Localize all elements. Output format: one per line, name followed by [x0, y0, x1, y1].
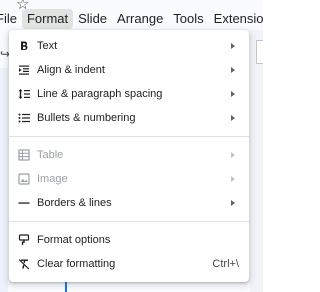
border-line-icon: [18, 197, 30, 209]
toolbar-control[interactable]: [256, 40, 263, 64]
format-options-icon: [18, 234, 30, 246]
align-indent-icon: [18, 64, 30, 76]
clear-formatting-icon: [18, 258, 30, 270]
submenu-arrow-icon: [231, 152, 235, 158]
menubar: File Format Slide Arrange Tools Extensio…: [0, 8, 263, 30]
menu-slide[interactable]: Slide: [73, 9, 112, 29]
slide-canvas-background: [250, 30, 263, 292]
menu-item-image: Image: [9, 167, 249, 191]
menu-item-borders-lines[interactable]: Borders & lines: [9, 191, 249, 215]
menu-file[interactable]: File: [0, 9, 22, 29]
menu-item-label: Clear formatting: [37, 258, 116, 270]
menu-item-label: Text: [37, 40, 58, 52]
menu-item-label: Image: [37, 173, 68, 185]
menu-item-label: Format options: [37, 234, 111, 246]
slide-selection-indicator: [65, 282, 67, 292]
keyboard-shortcut: Ctrl+\: [212, 258, 239, 270]
menu-item-label: Borders & lines: [37, 197, 112, 209]
line-spacing-icon: [18, 88, 30, 100]
bold-icon: [18, 40, 30, 52]
menu-extensions[interactable]: Extensions: [209, 9, 263, 29]
menu-separator: [9, 136, 249, 137]
menu-item-bullets-numbering[interactable]: Bullets & numbering: [9, 106, 249, 130]
menu-item-label: Align & indent: [37, 64, 105, 76]
submenu-arrow-icon: [231, 43, 235, 49]
table-icon: [18, 149, 30, 161]
submenu-arrow-icon: [231, 176, 235, 182]
submenu-arrow-icon: [231, 115, 235, 121]
menu-item-align-indent[interactable]: Align & indent: [9, 58, 249, 82]
submenu-arrow-icon: [231, 200, 235, 206]
menu-item-line-spacing[interactable]: Line & paragraph spacing: [9, 82, 249, 106]
menu-tools[interactable]: Tools: [168, 9, 208, 29]
app-window: ☆ File Format Slide Arrange Tools Extens…: [0, 0, 263, 292]
menu-arrange[interactable]: Arrange: [112, 9, 168, 29]
sidebar-edge: [0, 68, 8, 292]
menu-item-text[interactable]: Text: [9, 34, 249, 58]
submenu-arrow-icon: [231, 91, 235, 97]
bulleted-list-icon: [18, 112, 30, 124]
submenu-arrow-icon: [231, 67, 235, 73]
menu-format[interactable]: Format: [21, 9, 74, 29]
image-icon: [18, 173, 30, 185]
menu-item-clear-formatting[interactable]: Clear formatting Ctrl+\: [9, 252, 249, 276]
menu-item-label: Bullets & numbering: [37, 112, 136, 124]
menu-item-label: Line & paragraph spacing: [37, 88, 163, 100]
menu-item-label: Table: [37, 149, 64, 161]
menu-separator: [9, 221, 249, 222]
menu-item-format-options[interactable]: Format options: [9, 228, 249, 252]
format-menu: Text Align & indent Line & paragraph spa…: [9, 30, 249, 282]
menu-item-table: Table: [9, 143, 249, 167]
